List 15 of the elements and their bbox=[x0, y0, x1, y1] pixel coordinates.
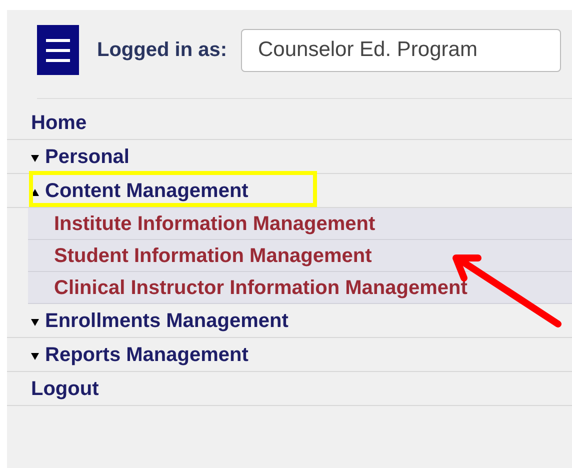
submenu-item[interactable]: Clinical Instructor Information Management bbox=[28, 272, 572, 304]
caret-down-icon bbox=[31, 319, 39, 326]
caret-down-icon bbox=[31, 353, 39, 360]
menu-link[interactable]: Home bbox=[7, 106, 572, 140]
menu-link[interactable]: Logout bbox=[7, 372, 572, 406]
caret-down-icon bbox=[31, 155, 39, 162]
submenu-item[interactable]: Student Information Management bbox=[28, 240, 572, 272]
menu-group[interactable]: Reports Management bbox=[7, 338, 572, 372]
logged-in-label: Logged in as: bbox=[97, 38, 227, 63]
menu-group[interactable]: Personal bbox=[7, 140, 572, 174]
menu-group[interactable]: Enrollments Management bbox=[7, 304, 572, 338]
caret-up-icon bbox=[31, 189, 39, 196]
account-field[interactable]: Counselor Ed. Program bbox=[241, 28, 561, 72]
submenu-item[interactable]: Institute Information Management bbox=[28, 208, 572, 240]
menu-icon[interactable] bbox=[37, 25, 79, 75]
